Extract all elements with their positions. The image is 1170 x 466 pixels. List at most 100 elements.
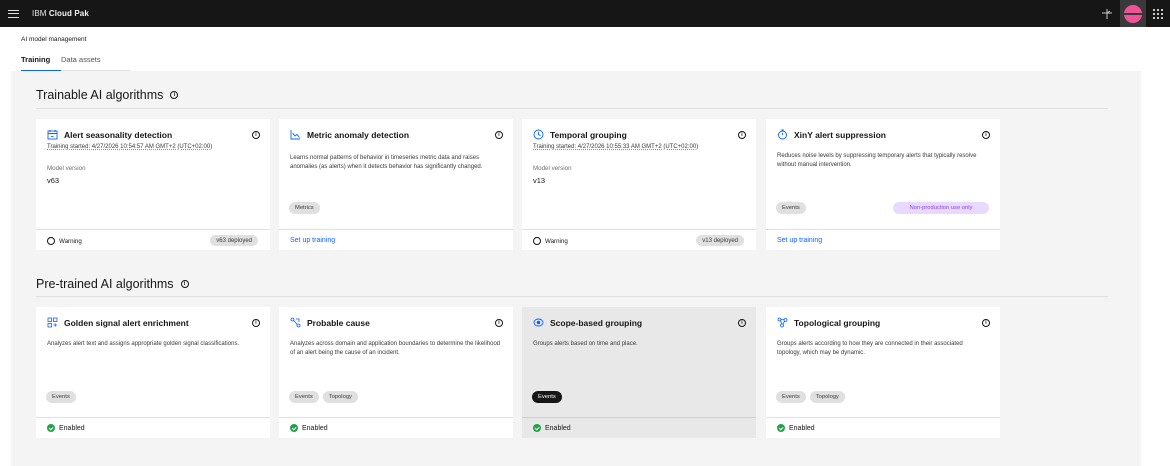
- tag-events: Events: [289, 391, 319, 403]
- status-text: Enabled: [302, 424, 328, 432]
- brand-prefix: IBM: [32, 9, 47, 18]
- tab-list: Training Data assets: [21, 55, 130, 72]
- clock-icon: [533, 129, 544, 140]
- section-divider: [36, 296, 1108, 297]
- tag-events: Events: [46, 391, 76, 403]
- status-indicator: Warning: [533, 235, 568, 245]
- deployed-badge: v13 deployed: [696, 235, 744, 246]
- info-icon[interactable]: i: [252, 318, 260, 327]
- card-title: Metric anomaly detection: [307, 129, 410, 140]
- chart-anomaly-icon: [290, 129, 301, 140]
- card-title: Golden signal alert enrichment: [64, 317, 189, 328]
- card-description: Reduces noise levels by suppressing temp…: [777, 153, 977, 168]
- checkmark-icon: [290, 424, 298, 432]
- user-avatar-button[interactable]: [1120, 0, 1146, 27]
- card-description: Groups alerts based on time and place.: [533, 341, 638, 347]
- calendar-icon: [47, 129, 58, 140]
- tag-list: Events: [532, 391, 562, 403]
- status-text: Enabled: [59, 424, 85, 432]
- card-footer: Warning v63 deployed: [36, 229, 270, 250]
- scope-icon: [533, 317, 544, 328]
- status-indicator: Warning: [47, 235, 82, 245]
- set-up-training-link[interactable]: Set up training: [777, 237, 822, 244]
- checkmark-icon: [47, 424, 55, 432]
- card-title: Topological grouping: [794, 317, 881, 328]
- info-icon[interactable]: i: [495, 318, 503, 327]
- card-topological-grouping[interactable]: Topological grouping i Groups alerts acc…: [766, 307, 1000, 438]
- card-title: Temporal grouping: [550, 129, 627, 140]
- info-icon[interactable]: i: [495, 130, 503, 139]
- flow-icon: [290, 317, 301, 328]
- model-version-label: Model version: [47, 165, 86, 172]
- card-golden-signal[interactable]: Golden signal alert enrichment i Analyze…: [36, 307, 270, 438]
- warning-icon: [47, 235, 55, 245]
- tag-topology: Topology: [809, 391, 845, 403]
- product-name[interactable]: IBM Cloud Pak: [32, 9, 89, 18]
- status-indicator: Enabled: [777, 424, 815, 432]
- info-icon[interactable]: i: [738, 130, 746, 139]
- tab-data-assets[interactable]: Data assets: [61, 55, 109, 71]
- checkmark-icon: [777, 424, 785, 432]
- card-title: XinY alert suppression: [794, 129, 886, 140]
- card-alert-seasonality[interactable]: Alert seasonality detection i Training s…: [36, 119, 270, 250]
- card-metric-anomaly[interactable]: Metric anomaly detection i Learns normal…: [279, 119, 513, 250]
- card-footer: Set up training: [766, 229, 1000, 250]
- tag-non-production: Non-production use only: [893, 202, 989, 214]
- checkmark-icon: [533, 424, 541, 432]
- card-footer: Enabled: [522, 417, 756, 438]
- status-indicator: Enabled: [533, 424, 571, 432]
- trainable-section-title: Trainable AI algorithms i: [36, 88, 179, 102]
- menu-icon[interactable]: [2, 0, 24, 27]
- tag-events: Events: [532, 391, 562, 403]
- avatar: [1124, 4, 1142, 23]
- section-divider: [36, 108, 1108, 109]
- card-temporal-grouping[interactable]: Temporal grouping i Training started: 4/…: [522, 119, 756, 250]
- top-navigation-bar: IBM Cloud Pak: [0, 0, 1170, 27]
- card-footer: Enabled: [36, 417, 270, 438]
- info-icon[interactable]: i: [252, 130, 260, 139]
- info-icon[interactable]: i: [180, 280, 189, 288]
- tag-list: Events: [46, 391, 76, 403]
- data-enrichment-icon: [47, 317, 58, 328]
- tag-topology: Topology: [322, 391, 358, 403]
- model-version-label: Model version: [533, 165, 572, 172]
- card-scope-based-grouping[interactable]: Scope-based grouping i Groups alerts bas…: [522, 307, 756, 438]
- info-icon[interactable]: i: [170, 91, 179, 99]
- tag-list: Events Topology: [776, 391, 845, 403]
- app-switcher-icon[interactable]: [1146, 0, 1170, 27]
- brand-name: Cloud Pak: [48, 9, 89, 18]
- card-description: Groups alerts according to how they are …: [777, 341, 963, 356]
- tag-events: Events: [776, 202, 806, 214]
- status-text: Warning: [59, 237, 82, 245]
- header-actions: [1094, 0, 1170, 27]
- info-icon[interactable]: i: [738, 318, 746, 327]
- tag-events: Events: [776, 391, 806, 403]
- pin-icon-glyph: [1102, 8, 1112, 19]
- card-description: Learns normal patterns of behavior in ti…: [290, 155, 483, 170]
- card-footer: Set up training: [279, 229, 513, 250]
- info-icon[interactable]: i: [982, 318, 990, 327]
- pin-icon[interactable]: [1094, 0, 1120, 27]
- card-xiny-alert-suppression[interactable]: XinY alert suppression i Reduces noise l…: [766, 119, 1000, 250]
- status-text: Warning: [545, 237, 568, 245]
- card-title: Scope-based grouping: [550, 317, 643, 328]
- tab-training[interactable]: Training: [21, 55, 61, 72]
- tag-list: Events Topology: [289, 391, 358, 403]
- pretrained-section-title: Pre-trained AI algorithms i: [36, 277, 189, 291]
- status-text: Enabled: [789, 424, 815, 432]
- pretrained-heading: Pre-trained AI algorithms: [36, 277, 174, 291]
- card-probable-cause[interactable]: Probable cause i Analyzes across domain …: [279, 307, 513, 438]
- card-description: Analyzes alert text and assigns appropri…: [47, 341, 240, 347]
- card-footer: Warning v13 deployed: [522, 229, 756, 250]
- tag-metrics: Metrics: [289, 202, 320, 214]
- card-description: Analyzes across domain and application b…: [290, 341, 501, 356]
- trainable-heading: Trainable AI algorithms: [36, 88, 164, 102]
- model-version-value: v63: [47, 176, 60, 185]
- model-version-value: v13: [533, 176, 546, 185]
- status-indicator: Enabled: [290, 424, 328, 432]
- warning-icon: [533, 235, 541, 245]
- tag-list: Events Non-production use only: [776, 202, 989, 214]
- training-started-text: Training started: 4/27/2026 10:55:33 AM …: [533, 144, 699, 150]
- set-up-training-link[interactable]: Set up training: [290, 237, 335, 244]
- info-icon[interactable]: i: [982, 130, 990, 139]
